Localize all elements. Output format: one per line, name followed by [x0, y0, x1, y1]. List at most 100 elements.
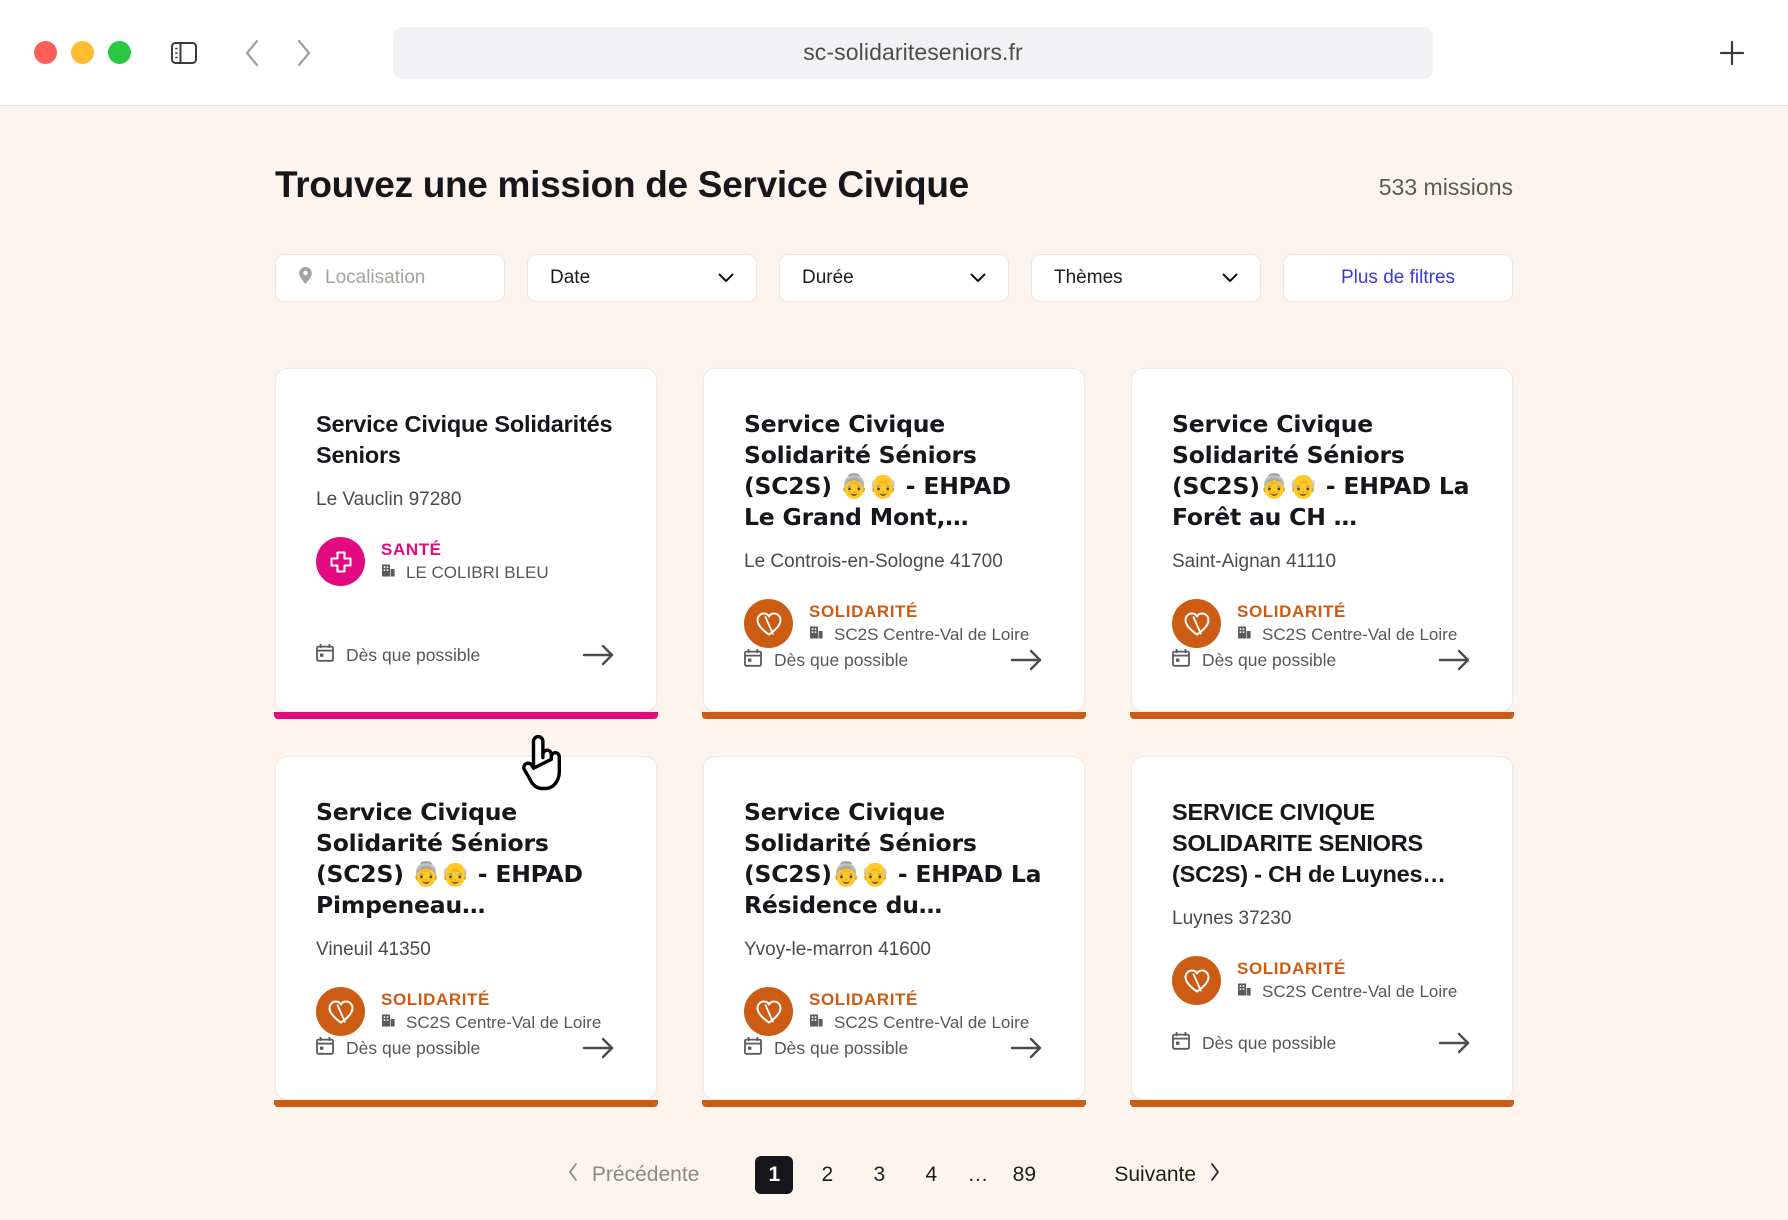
open-mission-arrow-icon[interactable] — [582, 1036, 616, 1060]
mission-title: Service Civique Solidarités Seniors — [316, 411, 613, 469]
forward-arrow-icon[interactable] — [291, 36, 317, 70]
new-tab-button[interactable] — [1710, 31, 1754, 75]
themes-filter-select[interactable]: Thèmes — [1031, 254, 1261, 302]
calendar-icon — [1172, 648, 1190, 672]
mission-card[interactable]: Service Civique Solidarité Séniors (SC2S… — [703, 756, 1085, 1100]
mission-card-wrapper: Service Civique Solidarité Séniors (SC2S… — [702, 368, 1086, 719]
open-mission-arrow-icon[interactable] — [1438, 648, 1472, 672]
mission-start-date: Dès que possible — [744, 648, 909, 672]
location-placeholder: Localisation — [325, 267, 426, 288]
mission-card-footer: Dès que possible — [744, 648, 1044, 716]
mission-card[interactable]: Service Civique Solidarité Séniors (SC2S… — [1131, 368, 1513, 712]
pagination: Précédente 1 2 3 4 … 89 Suivante — [275, 1156, 1513, 1194]
card-accent-bar — [1130, 712, 1514, 719]
mission-domain: SOLIDARITÉ — [381, 990, 490, 1010]
mission-card[interactable]: SERVICE CIVIQUE SOLIDARITE SENIORS (SC2S… — [1131, 756, 1513, 1100]
mission-location: Yvoy-le-marron 41600 — [744, 939, 931, 961]
date-filter-select[interactable]: Date — [527, 254, 757, 302]
mission-card[interactable]: Service Civique Solidarité Séniors (SC2S… — [275, 756, 657, 1100]
calendar-icon — [316, 1036, 334, 1060]
close-window-button[interactable] — [34, 41, 57, 64]
mission-card[interactable]: Service Civique Solidarités Seniors Le V… — [275, 368, 657, 712]
mission-cards-grid: Service Civique Solidarités Seniors Le V… — [274, 368, 1514, 1107]
location-pin-icon — [298, 266, 313, 291]
calendar-icon — [744, 1036, 762, 1060]
window-traffic-lights — [34, 41, 131, 64]
mission-domain: SOLIDARITÉ — [1237, 602, 1346, 622]
back-arrow-icon[interactable] — [239, 36, 265, 70]
mission-domain: SANTÉ — [381, 540, 442, 560]
mission-date-text: Dès que possible — [346, 1037, 481, 1058]
calendar-icon — [1172, 1031, 1190, 1055]
building-icon — [809, 1013, 824, 1033]
mission-title: SERVICE CIVIQUE SOLIDARITE SENIORS (SC2S… — [1172, 799, 1446, 888]
card-accent-bar — [274, 712, 658, 719]
mission-card[interactable]: Service Civique Solidarité Séniors (SC2S… — [703, 368, 1085, 712]
mission-date-text: Dès que possible — [774, 649, 909, 670]
more-filters-button[interactable]: Plus de filtres — [1283, 254, 1513, 302]
mission-title: Service Civique Solidarité Séniors (SC2S… — [1172, 410, 1470, 532]
mission-location: Vineuil 41350 — [316, 939, 431, 961]
organisation-name: SC2S Centre-Val de Loire — [1262, 625, 1458, 645]
card-accent-bar — [274, 1100, 658, 1107]
mission-organisation: SOLIDARITÉ SC2S Centre-Val de Loire — [744, 987, 1044, 1037]
mission-title: Service Civique Solidarité Séniors (SC2S… — [744, 798, 1042, 920]
pagination-next-label: Suivante — [1114, 1163, 1197, 1186]
organisation-name: SC2S Centre-Val de Loire — [834, 625, 1030, 645]
heart-icon — [1172, 956, 1221, 1006]
heart-icon — [1172, 599, 1221, 649]
pagination-previous-label: Précédente — [591, 1163, 700, 1186]
open-mission-arrow-icon[interactable] — [1438, 1031, 1472, 1055]
mission-domain: SOLIDARITÉ — [809, 602, 918, 622]
pagination-previous-button[interactable]: Précédente — [568, 1163, 699, 1187]
health-cross-icon — [316, 537, 365, 587]
mission-date-text: Dès que possible — [774, 1037, 909, 1058]
pagination-page-3[interactable]: 3 — [861, 1156, 897, 1194]
date-filter-label: Date — [550, 267, 591, 288]
mission-organisation: SOLIDARITÉ SC2S Centre-Val de Loire — [1172, 956, 1472, 1006]
themes-filter-label: Thèmes — [1054, 267, 1123, 288]
building-icon — [381, 563, 396, 583]
mission-card-footer: Dès que possible — [316, 643, 616, 711]
mission-card-wrapper: Service Civique Solidarité Séniors (SC2S… — [274, 756, 658, 1107]
chevron-right-icon — [1210, 1163, 1220, 1187]
mission-start-date: Dès que possible — [744, 1036, 909, 1060]
minimize-window-button[interactable] — [71, 41, 94, 64]
location-input[interactable]: Localisation — [275, 254, 505, 302]
open-mission-arrow-icon[interactable] — [1010, 648, 1044, 672]
chevron-left-icon — [568, 1163, 578, 1187]
mission-card-wrapper: Service Civique Solidarité Séniors (SC2S… — [702, 756, 1086, 1107]
mission-organisation: SOLIDARITÉ SC2S Centre-Val de Loire — [744, 599, 1044, 649]
organisation-name: SC2S Centre-Val de Loire — [834, 1013, 1030, 1033]
mission-card-footer: Dès que possible — [316, 1036, 616, 1104]
mission-location: Le Controis-en-Sologne 41700 — [744, 551, 1003, 573]
organisation-name: SC2S Centre-Val de Loire — [406, 1013, 602, 1033]
mission-card-wrapper: SERVICE CIVIQUE SOLIDARITE SENIORS (SC2S… — [1130, 756, 1514, 1107]
mission-date-text: Dès que possible — [346, 644, 481, 665]
mission-date-text: Dès que possible — [1202, 649, 1337, 670]
sidebar-toggle-icon[interactable] — [167, 38, 201, 68]
browser-toolbar: sc-solidariteseniors.fr — [0, 0, 1788, 106]
maximize-window-button[interactable] — [108, 41, 131, 64]
building-icon — [1237, 982, 1252, 1002]
page-body: Trouvez une mission de Service Civique 5… — [0, 106, 1788, 1220]
page-title: Trouvez une mission de Service Civique — [275, 164, 969, 205]
mission-title: Service Civique Solidarité Séniors (SC2S… — [744, 410, 1011, 532]
open-mission-arrow-icon[interactable] — [1010, 1036, 1044, 1060]
heart-icon — [744, 987, 793, 1037]
mission-organisation: SOLIDARITÉ SC2S Centre-Val de Loire — [316, 987, 616, 1037]
pagination-page-1[interactable]: 1 — [755, 1156, 794, 1194]
mission-location: Luynes 37230 — [1172, 908, 1292, 930]
mission-location: Saint-Aignan 41110 — [1172, 551, 1337, 573]
address-bar[interactable]: sc-solidariteseniors.fr — [393, 26, 1433, 79]
mission-card-wrapper: Service Civique Solidarité Séniors (SC2S… — [1130, 368, 1514, 719]
pagination-page-4[interactable]: 4 — [913, 1156, 949, 1194]
open-mission-arrow-icon[interactable] — [582, 643, 616, 667]
mission-title: Service Civique Solidarité Séniors (SC2S… — [316, 798, 583, 920]
card-accent-bar — [1130, 1100, 1514, 1107]
pagination-page-89[interactable]: 89 — [1006, 1156, 1042, 1194]
duree-filter-select[interactable]: Durée — [779, 254, 1009, 302]
pagination-page-2[interactable]: 2 — [809, 1156, 845, 1194]
pagination-next-button[interactable]: Suivante — [1114, 1163, 1220, 1187]
mission-date-text: Dès que possible — [1202, 1032, 1337, 1053]
